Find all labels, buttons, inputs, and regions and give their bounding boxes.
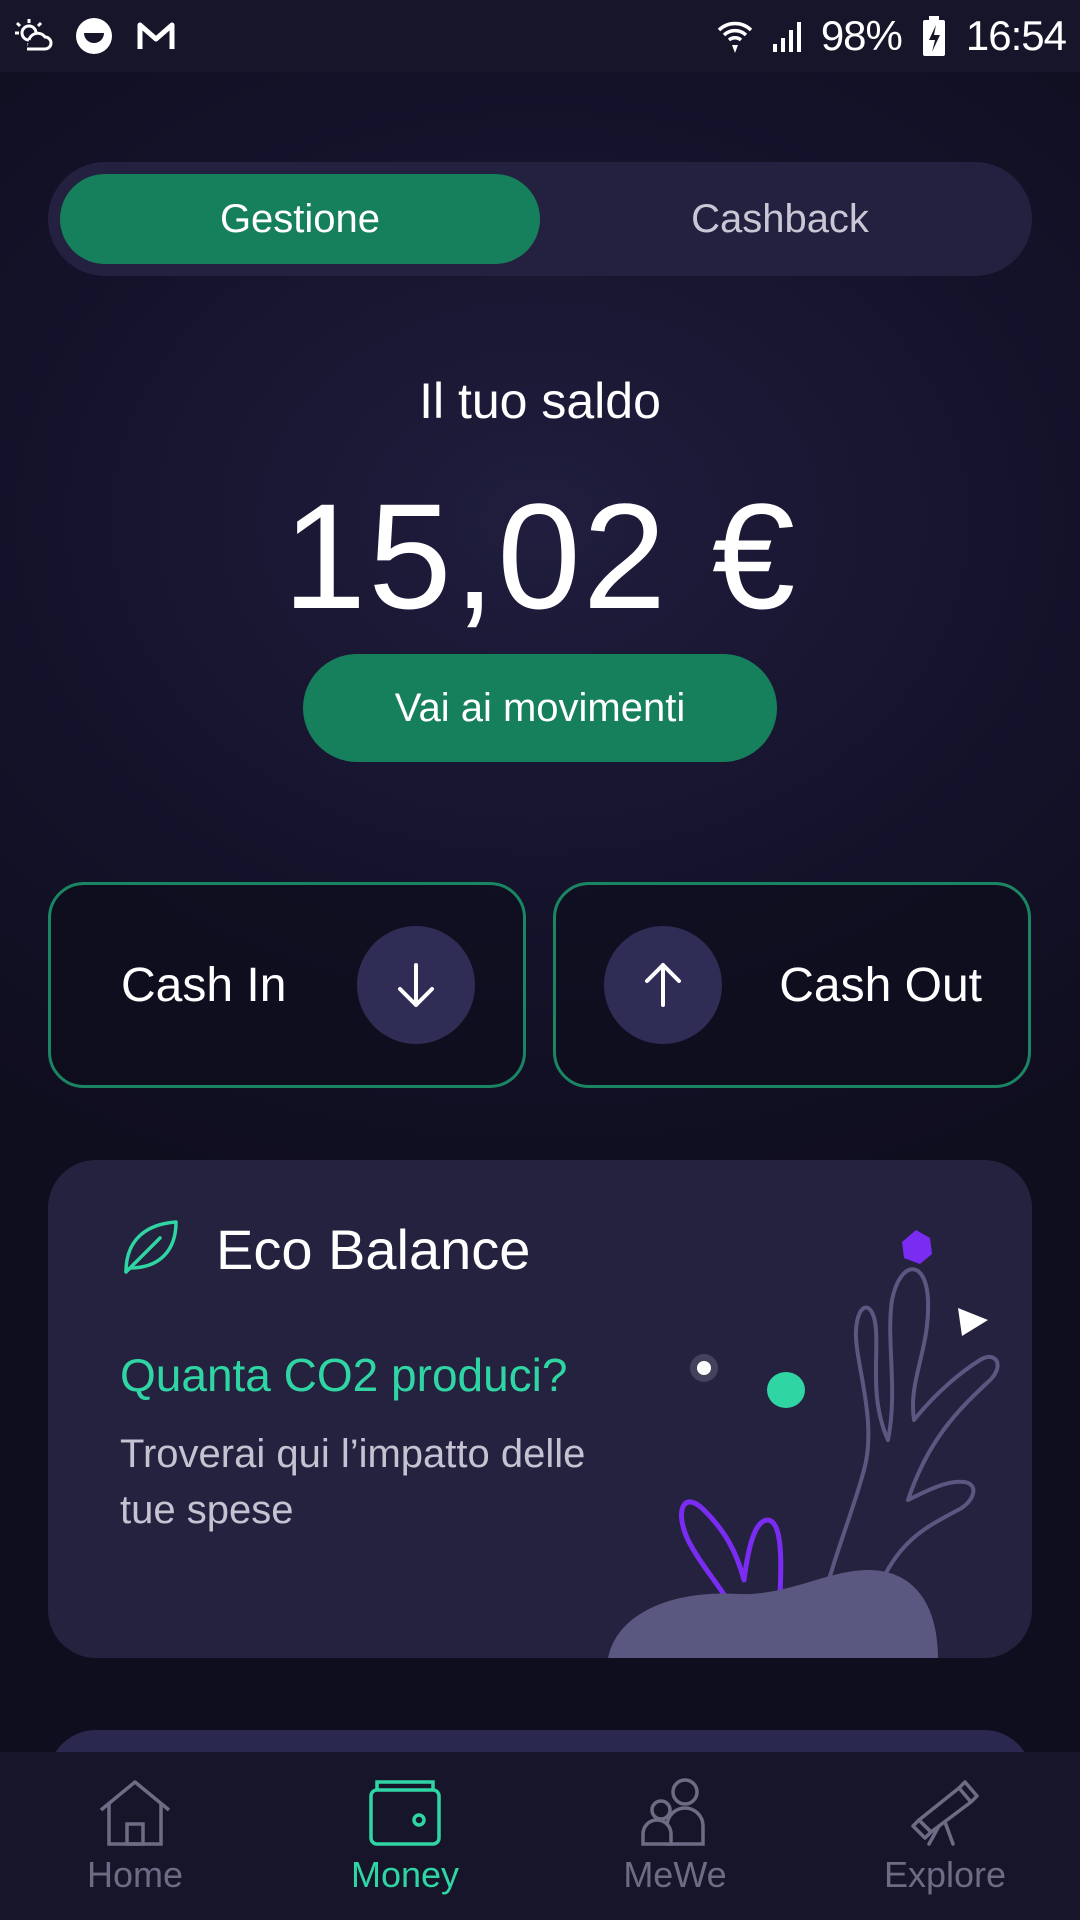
nav-explore[interactable]: Explore xyxy=(810,1752,1080,1920)
arrow-down-icon xyxy=(357,926,475,1044)
cash-out-button[interactable]: Cash Out xyxy=(553,882,1031,1088)
arrow-up-icon xyxy=(604,926,722,1044)
balance-amount: 15,02 € xyxy=(282,472,798,640)
eco-subtitle: Quanta CO2 produci? xyxy=(120,1349,568,1401)
telescope-icon xyxy=(905,1774,985,1850)
balance-label: Il tuo saldo xyxy=(419,373,661,429)
movements-button[interactable]: Vai ai movimenti xyxy=(303,654,777,762)
coral-illustration xyxy=(608,1230,1000,1658)
nav-money-label: Money xyxy=(350,1854,460,1895)
eco-title: Eco Balance xyxy=(216,1218,531,1281)
wallet-icon xyxy=(365,1774,445,1850)
tab-cashback[interactable]: Cashback xyxy=(540,174,1020,264)
cash-out-label: Cash Out xyxy=(779,958,982,1012)
status-notifications xyxy=(10,14,178,58)
wifi-icon xyxy=(713,14,757,58)
gmail-icon xyxy=(134,14,178,58)
cash-in-button[interactable]: Cash In xyxy=(48,882,526,1088)
leaf-icon xyxy=(120,1216,182,1283)
nav-home-label: Home xyxy=(86,1854,184,1895)
clock: 16:54 xyxy=(965,12,1067,59)
status-system: 98% 16:54 xyxy=(713,12,1067,60)
signal-icon xyxy=(767,14,811,58)
cash-in-label: Cash In xyxy=(121,958,287,1012)
nav-money[interactable]: Money xyxy=(270,1752,540,1920)
home-icon xyxy=(95,1774,175,1850)
battery-percent: 98% xyxy=(820,12,903,59)
tab-gestione[interactable]: Gestione xyxy=(60,174,540,264)
eco-balance-card[interactable]: Eco Balance Quanta CO2 produci? Troverai… xyxy=(48,1160,1032,1658)
battery-charging-icon xyxy=(912,14,956,58)
tab-switcher: Gestione Cashback xyxy=(48,162,1032,276)
people-icon xyxy=(635,1774,715,1850)
nav-mewe-label: MeWe xyxy=(623,1854,727,1895)
status-bar: 98% 16:54 xyxy=(0,0,1080,72)
nav-mewe[interactable]: MeWe xyxy=(540,1752,810,1920)
bottom-nav: Home Money MeWe Explore xyxy=(0,1752,1080,1920)
smiley-icon xyxy=(72,14,116,58)
eco-description: Troverai qui l’impatto delle tue spese xyxy=(120,1432,586,1532)
nav-home[interactable]: Home xyxy=(0,1752,270,1920)
eco-header: Eco Balance xyxy=(120,1216,530,1283)
weather-icon xyxy=(10,14,54,58)
nav-explore-label: Explore xyxy=(883,1854,1007,1895)
